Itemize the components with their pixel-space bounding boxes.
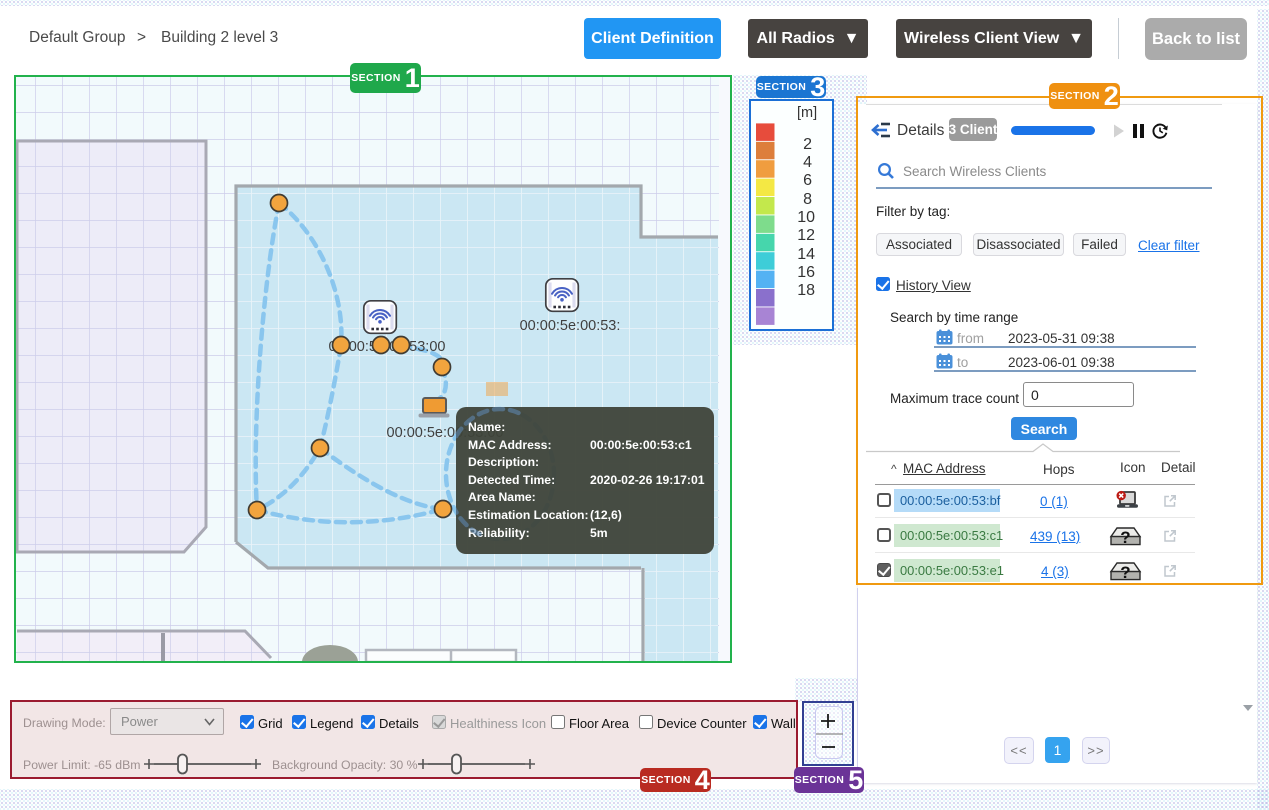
svg-text:?: ? [1120,528,1130,546]
svg-text:2: 2 [803,136,812,153]
svg-text:4: 4 [803,154,812,171]
svg-text:10: 10 [797,209,815,226]
svg-text:18: 18 [797,282,815,299]
svg-text:12: 12 [797,227,815,244]
svg-text:16: 16 [797,264,815,281]
svg-text:?: ? [1120,563,1130,581]
svg-text:14: 14 [797,246,815,263]
svg-text:8: 8 [803,191,812,208]
svg-text:6: 6 [803,172,812,189]
